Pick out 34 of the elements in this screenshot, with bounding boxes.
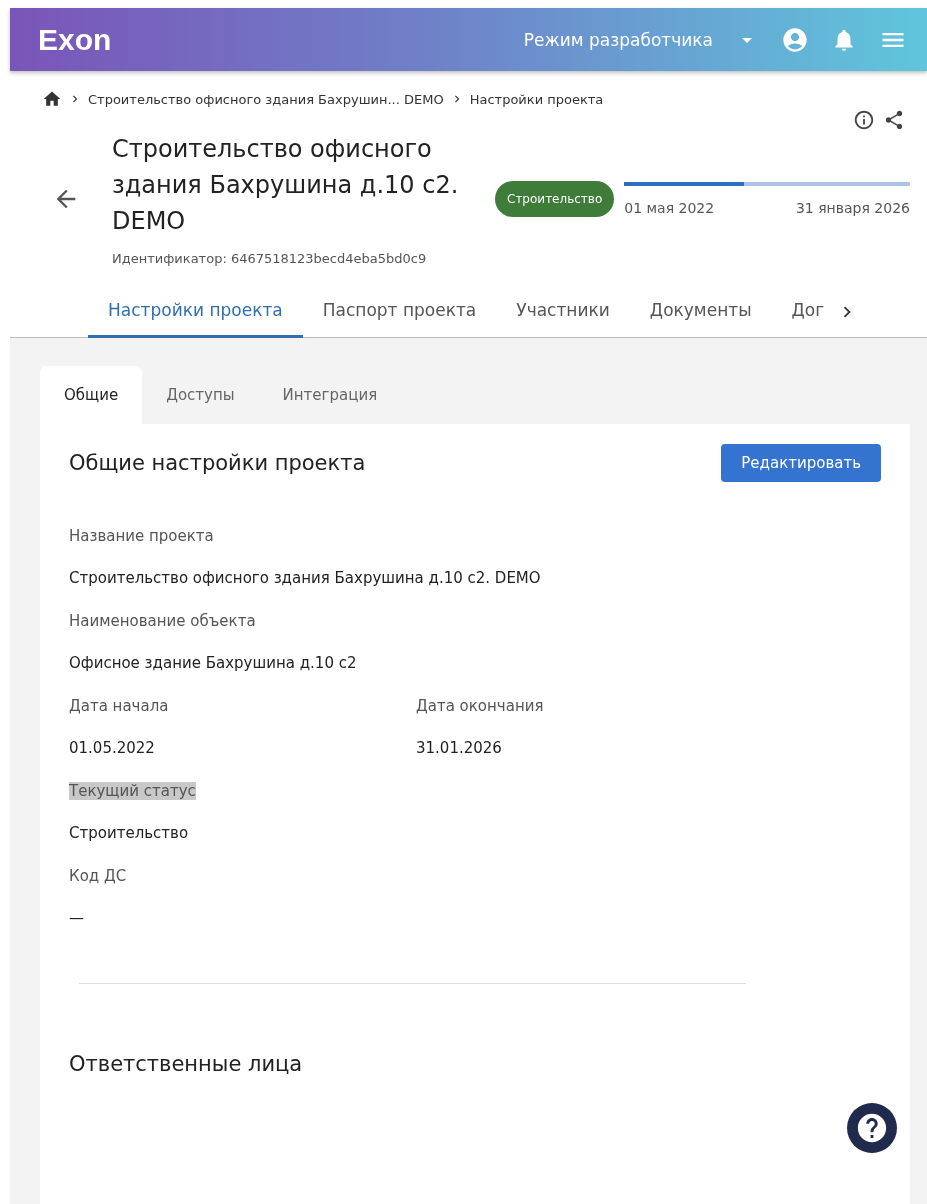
field-label: Дата окончания	[416, 697, 544, 715]
section-title: Общие настройки проекта	[69, 451, 366, 475]
field-value: —	[69, 909, 85, 927]
project-title: Строительство офисного здания Бахрушина д.10 с2. DEMO	[112, 134, 460, 237]
help-icon	[855, 1111, 889, 1145]
project-identifier: Идентификатор: 6467518123becd4eba5bd0c9	[112, 251, 428, 266]
subtab[interactable]: Интеграция	[258, 366, 402, 424]
field-label: Название проекта	[69, 527, 214, 545]
field-value: Строительство	[69, 824, 190, 842]
status-chip: Строительство	[495, 180, 615, 217]
section-title: Ответственные лица	[69, 1052, 304, 1076]
logo[interactable]: Exon	[38, 22, 524, 57]
field-value: Офисное здание Бахрушина д.10 с2	[69, 654, 358, 672]
tab[interactable]: Документы	[629, 286, 772, 338]
breadcrumb-link[interactable]: Строительство офисного здания Бахрушин... DEMO	[88, 91, 444, 107]
field-label: Дата начала	[69, 697, 169, 715]
field-label: Текущий статус	[69, 782, 196, 800]
start-date: 01 мая 2022	[624, 199, 715, 216]
breadcrumb-link[interactable]: Настройки проекта	[469, 91, 604, 107]
subtab[interactable]: Общие	[40, 366, 143, 424]
edit-button[interactable]: Редактировать	[721, 444, 881, 482]
tab[interactable]: Дог	[771, 286, 845, 338]
field-value: 01.05.2022	[69, 739, 156, 757]
home-icon[interactable]	[42, 89, 62, 109]
subtab[interactable]: Доступы	[142, 366, 259, 424]
info-icon[interactable]	[853, 109, 875, 131]
share-icon[interactable]	[883, 109, 905, 131]
field-value: Строительство офисного здания Бахрушина д.10 с2. DEMO	[69, 569, 542, 587]
end-date: 31 января 2026	[795, 199, 910, 216]
tab[interactable]: Паспорт проекта	[302, 286, 497, 338]
field-value: 31.01.2026	[416, 739, 503, 757]
field-label: Наименование объекта	[69, 612, 256, 630]
field-label: Код ДС	[69, 867, 127, 885]
tab[interactable]: Участники	[496, 286, 630, 338]
